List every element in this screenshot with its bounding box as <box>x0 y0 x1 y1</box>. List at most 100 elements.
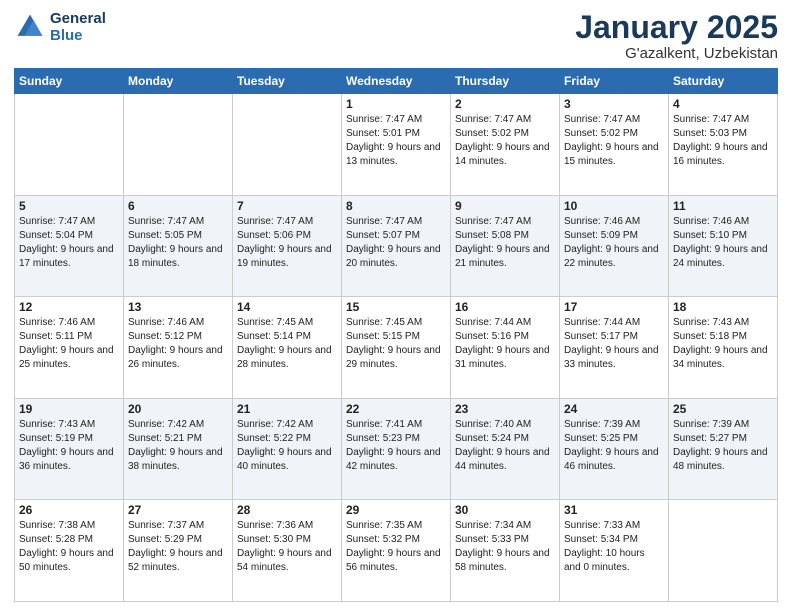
day-cell: 20Sunrise: 7:42 AM Sunset: 5:21 PM Dayli… <box>124 398 233 500</box>
weekday-header-tuesday: Tuesday <box>233 69 342 94</box>
day-number: 14 <box>237 300 337 314</box>
week-row-0: 1Sunrise: 7:47 AM Sunset: 5:01 PM Daylig… <box>15 94 778 196</box>
weekday-header-row: SundayMondayTuesdayWednesdayThursdayFrid… <box>15 69 778 94</box>
day-info: Sunrise: 7:40 AM Sunset: 5:24 PM Dayligh… <box>455 418 555 474</box>
day-number: 3 <box>564 97 664 111</box>
day-number: 13 <box>128 300 228 314</box>
day-info: Sunrise: 7:46 AM Sunset: 5:09 PM Dayligh… <box>564 215 664 271</box>
logo: General Blue <box>14 10 106 44</box>
day-number: 27 <box>128 503 228 517</box>
day-info: Sunrise: 7:46 AM Sunset: 5:11 PM Dayligh… <box>19 316 119 372</box>
day-number: 23 <box>455 402 555 416</box>
week-row-2: 12 Sunrise: 7:46 AM Sunset: 5:11 PM Dayli… <box>15 297 778 399</box>
weekday-header-friday: Friday <box>560 69 669 94</box>
day-info: Sunrise: 7:46 AM Sunset: 5:12 PM Dayligh… <box>128 316 228 372</box>
calendar-page: General Blue January 2025 G'azalkent, Uz… <box>0 0 792 612</box>
day-cell: 13 Sunrise: 7:46 AM Sunset: 5:12 PM Dayli… <box>124 297 233 399</box>
header: General Blue January 2025 G'azalkent, Uz… <box>14 10 778 62</box>
logo-text: General Blue <box>50 10 106 44</box>
day-info: Sunrise: 7:35 AM Sunset: 5:32 PM Dayligh… <box>346 519 446 575</box>
day-number: 18 <box>673 300 773 314</box>
day-info: Sunrise: 7:39 AM Sunset: 5:25 PM Dayligh… <box>564 418 664 474</box>
day-number: 10 <box>564 199 664 213</box>
day-number: 28 <box>237 503 337 517</box>
day-number: 2 <box>455 97 555 111</box>
logo-icon <box>14 11 46 43</box>
day-cell: 26 Sunrise: 7:38 AM Sunset: 5:28 PM Dayli… <box>15 500 124 602</box>
day-number: 19 <box>19 402 119 416</box>
day-number: 16 <box>455 300 555 314</box>
day-number: 26 <box>19 503 119 517</box>
day-cell: 24Sunrise: 7:39 AM Sunset: 5:25 PM Dayli… <box>560 398 669 500</box>
day-cell: 4 Sunrise: 7:47 AM Sunset: 5:03 PM Daylig… <box>669 94 778 196</box>
day-info: Sunrise: 7:47 AM Sunset: 5:07 PM Dayligh… <box>346 215 446 271</box>
day-cell: 29 Sunrise: 7:35 AM Sunset: 5:32 PM Dayli… <box>342 500 451 602</box>
day-number: 1 <box>346 97 446 111</box>
calendar-title: January 2025 <box>575 10 778 45</box>
day-number: 11 <box>673 199 773 213</box>
day-number: 30 <box>455 503 555 517</box>
day-cell: 7 Sunrise: 7:47 AM Sunset: 5:06 PM Daylig… <box>233 195 342 297</box>
day-number: 31 <box>564 503 664 517</box>
day-cell <box>233 94 342 196</box>
day-info: Sunrise: 7:33 AM Sunset: 5:34 PM Dayligh… <box>564 519 664 575</box>
day-cell: 23 Sunrise: 7:40 AM Sunset: 5:24 PM Dayli… <box>451 398 560 500</box>
day-info: Sunrise: 7:44 AM Sunset: 5:17 PM Dayligh… <box>564 316 664 372</box>
day-cell <box>15 94 124 196</box>
day-info: Sunrise: 7:44 AM Sunset: 5:16 PM Dayligh… <box>455 316 555 372</box>
day-cell: 12 Sunrise: 7:46 AM Sunset: 5:11 PM Dayli… <box>15 297 124 399</box>
weekday-header-sunday: Sunday <box>15 69 124 94</box>
day-cell <box>669 500 778 602</box>
day-cell <box>124 94 233 196</box>
day-cell: 27Sunrise: 7:37 AM Sunset: 5:29 PM Dayli… <box>124 500 233 602</box>
day-number: 7 <box>237 199 337 213</box>
weekday-header-saturday: Saturday <box>669 69 778 94</box>
weekday-header-thursday: Thursday <box>451 69 560 94</box>
day-number: 9 <box>455 199 555 213</box>
title-block: January 2025 G'azalkent, Uzbekistan <box>575 10 778 62</box>
day-info: Sunrise: 7:43 AM Sunset: 5:19 PM Dayligh… <box>19 418 119 474</box>
day-cell: 6Sunrise: 7:47 AM Sunset: 5:05 PM Daylig… <box>124 195 233 297</box>
day-number: 22 <box>346 402 446 416</box>
day-cell: 17 Sunrise: 7:44 AM Sunset: 5:17 PM Dayli… <box>560 297 669 399</box>
day-info: Sunrise: 7:45 AM Sunset: 5:14 PM Dayligh… <box>237 316 337 372</box>
day-cell: 9 Sunrise: 7:47 AM Sunset: 5:08 PM Daylig… <box>451 195 560 297</box>
day-info: Sunrise: 7:47 AM Sunset: 5:04 PM Dayligh… <box>19 215 119 271</box>
day-number: 12 <box>19 300 119 314</box>
day-info: Sunrise: 7:47 AM Sunset: 5:05 PM Dayligh… <box>128 215 228 271</box>
day-number: 4 <box>673 97 773 111</box>
day-info: Sunrise: 7:47 AM Sunset: 5:03 PM Dayligh… <box>673 113 773 169</box>
day-cell: 1Sunrise: 7:47 AM Sunset: 5:01 PM Daylig… <box>342 94 451 196</box>
week-row-1: 5Sunrise: 7:47 AM Sunset: 5:04 PM Daylig… <box>15 195 778 297</box>
day-cell: 15 Sunrise: 7:45 AM Sunset: 5:15 PM Dayli… <box>342 297 451 399</box>
day-number: 29 <box>346 503 446 517</box>
day-number: 21 <box>237 402 337 416</box>
day-info: Sunrise: 7:47 AM Sunset: 5:08 PM Dayligh… <box>455 215 555 271</box>
day-info: Sunrise: 7:38 AM Sunset: 5:28 PM Dayligh… <box>19 519 119 575</box>
day-cell: 3Sunrise: 7:47 AM Sunset: 5:02 PM Daylig… <box>560 94 669 196</box>
day-cell: 30 Sunrise: 7:34 AM Sunset: 5:33 PM Dayli… <box>451 500 560 602</box>
day-number: 17 <box>564 300 664 314</box>
day-cell: 25Sunrise: 7:39 AM Sunset: 5:27 PM Dayli… <box>669 398 778 500</box>
calendar-table: SundayMondayTuesdayWednesdayThursdayFrid… <box>14 68 778 602</box>
day-info: Sunrise: 7:47 AM Sunset: 5:06 PM Dayligh… <box>237 215 337 271</box>
week-row-4: 26 Sunrise: 7:38 AM Sunset: 5:28 PM Dayli… <box>15 500 778 602</box>
day-cell: 8Sunrise: 7:47 AM Sunset: 5:07 PM Daylig… <box>342 195 451 297</box>
day-cell: 5Sunrise: 7:47 AM Sunset: 5:04 PM Daylig… <box>15 195 124 297</box>
day-number: 20 <box>128 402 228 416</box>
day-number: 15 <box>346 300 446 314</box>
day-cell: 11Sunrise: 7:46 AM Sunset: 5:10 PM Dayli… <box>669 195 778 297</box>
week-row-3: 19 Sunrise: 7:43 AM Sunset: 5:19 PM Dayli… <box>15 398 778 500</box>
day-info: Sunrise: 7:39 AM Sunset: 5:27 PM Dayligh… <box>673 418 773 474</box>
day-cell: 18Sunrise: 7:43 AM Sunset: 5:18 PM Dayli… <box>669 297 778 399</box>
day-info: Sunrise: 7:42 AM Sunset: 5:22 PM Dayligh… <box>237 418 337 474</box>
weekday-header-monday: Monday <box>124 69 233 94</box>
day-info: Sunrise: 7:36 AM Sunset: 5:30 PM Dayligh… <box>237 519 337 575</box>
weekday-header-wednesday: Wednesday <box>342 69 451 94</box>
day-cell: 2Sunrise: 7:47 AM Sunset: 5:02 PM Daylig… <box>451 94 560 196</box>
day-cell: 19 Sunrise: 7:43 AM Sunset: 5:19 PM Dayli… <box>15 398 124 500</box>
day-cell: 22Sunrise: 7:41 AM Sunset: 5:23 PM Dayli… <box>342 398 451 500</box>
day-info: Sunrise: 7:34 AM Sunset: 5:33 PM Dayligh… <box>455 519 555 575</box>
day-cell: 21 Sunrise: 7:42 AM Sunset: 5:22 PM Dayli… <box>233 398 342 500</box>
day-info: Sunrise: 7:45 AM Sunset: 5:15 PM Dayligh… <box>346 316 446 372</box>
